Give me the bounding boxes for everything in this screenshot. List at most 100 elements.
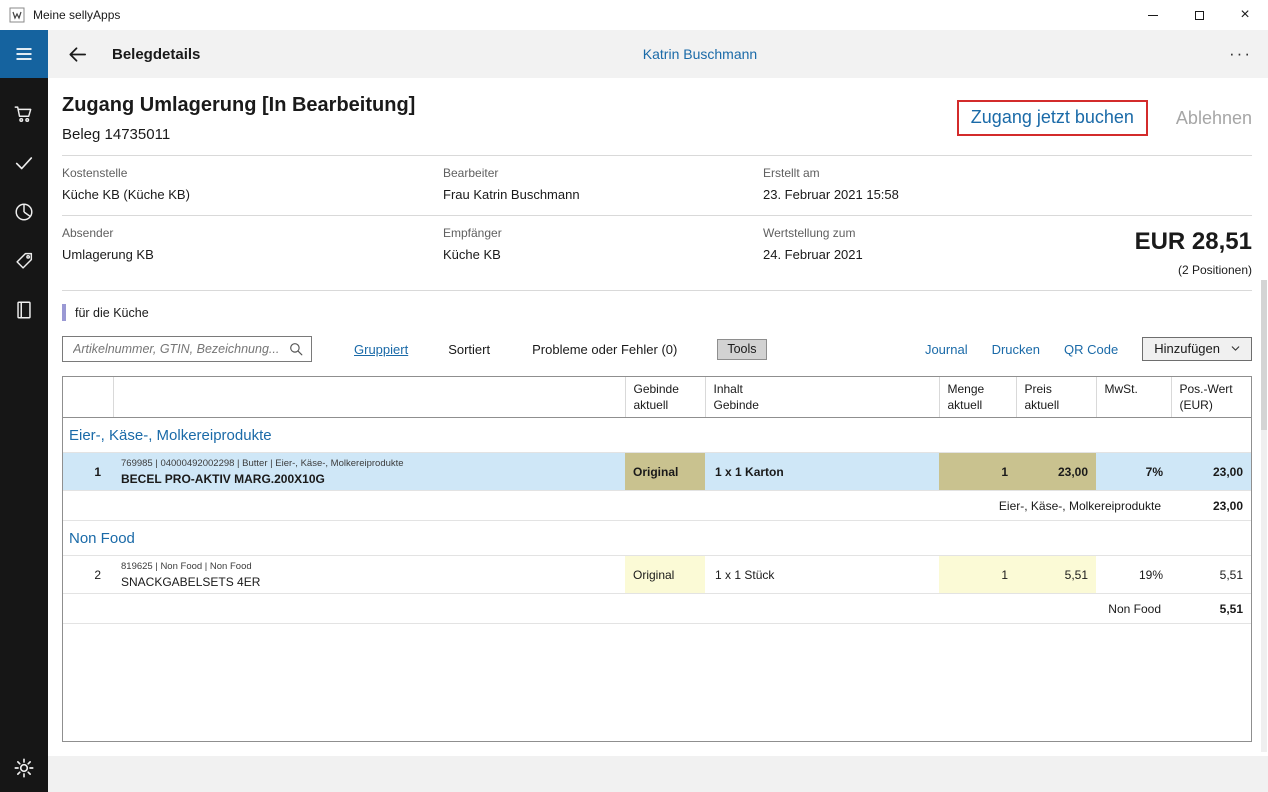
pie-chart-icon — [13, 201, 35, 223]
page-title: Belegdetails — [112, 46, 200, 63]
note-marker — [62, 304, 66, 321]
meta-kostenstelle: Kostenstelle Küche KB (Küche KB) — [62, 166, 443, 202]
document-total-block: EUR 28,51 (2 Positionen) — [1135, 226, 1252, 277]
cell-wert: 5,51 — [1171, 556, 1251, 594]
cart-icon — [13, 103, 35, 125]
menu-button[interactable] — [0, 30, 48, 78]
document-actions: Zugang jetzt buchen Ablehnen — [957, 100, 1252, 136]
tools-button[interactable]: Tools — [717, 339, 766, 360]
back-arrow-icon — [66, 43, 89, 66]
back-button[interactable] — [64, 41, 90, 67]
subtotal-value: 23,00 — [1171, 491, 1251, 521]
sidebar-item-warenkorb[interactable] — [12, 102, 36, 126]
window-titlebar: Meine sellyApps × — [0, 0, 1268, 30]
cell-gebinde[interactable]: Original — [625, 453, 705, 491]
cell-pos: 1 — [63, 453, 113, 491]
drucken-link[interactable]: Drucken — [992, 342, 1040, 357]
check-icon — [13, 152, 35, 174]
ablehnen-button[interactable]: Ablehnen — [1176, 108, 1252, 129]
col-wert: Pos.-Wert(EUR) — [1171, 377, 1251, 418]
cell-pos: 2 — [63, 556, 113, 594]
hamburger-icon — [14, 44, 34, 64]
col-artikel — [113, 377, 625, 418]
cell-preis[interactable]: 5,51 — [1016, 556, 1096, 594]
meta-empfaenger: Empfänger Küche KB — [443, 226, 763, 277]
group-subtotal-row: Eier-, Käse-, Molkereiprodukte 23,00 — [63, 491, 1251, 521]
document-content: Zugang Umlagerung [In Bearbeitung] Beleg… — [48, 78, 1268, 756]
sidebar-item-belege[interactable] — [12, 298, 36, 322]
cell-wert: 23,00 — [1171, 453, 1251, 491]
gruppiert-toggle[interactable]: Gruppiert — [354, 342, 408, 357]
group-header-row[interactable]: Eier-, Käse-, Molkereiprodukte — [63, 418, 1251, 453]
window-title: Meine sellyApps — [33, 8, 120, 22]
table-header: Gebindeaktuell InhaltGebinde Mengeaktuel… — [63, 377, 1251, 418]
col-inhalt: InhaltGebinde — [705, 377, 939, 418]
sortiert-toggle[interactable]: Sortiert — [448, 342, 490, 357]
table-row[interactable]: 1 769985 | 04000492002298 | Butter | Eie… — [63, 453, 1251, 491]
sidebar-item-aufgaben[interactable] — [12, 151, 36, 175]
cell-menge[interactable]: 1 — [939, 556, 1016, 594]
current-user-link[interactable]: Katrin Buschmann — [643, 46, 757, 62]
sidebar-item-settings[interactable] — [12, 756, 36, 780]
maximize-icon — [1195, 11, 1204, 20]
nav-sidebar — [0, 30, 48, 792]
probleme-filter[interactable]: Probleme oder Fehler (0) — [532, 342, 677, 357]
position-count: (2 Positionen) — [1135, 263, 1252, 277]
app-logo-icon — [9, 7, 25, 23]
meta-absender: Absender Umlagerung KB — [62, 226, 443, 277]
maximize-button[interactable] — [1176, 0, 1222, 30]
zugang-buchen-button[interactable]: Zugang jetzt buchen — [957, 100, 1148, 136]
sidebar-item-auswertung[interactable] — [12, 200, 36, 224]
subtotal-value: 5,51 — [1171, 594, 1251, 624]
gear-icon — [13, 757, 35, 779]
scrollbar-thumb[interactable] — [1261, 280, 1267, 430]
sidebar-item-preise[interactable] — [12, 249, 36, 273]
col-preis: Preisaktuell — [1016, 377, 1096, 418]
meta-row-2: Absender Umlagerung KB Empfänger Küche K… — [62, 216, 1252, 290]
article-meta: 769985 | 04000492002298 | Butter | Eier-… — [121, 458, 617, 469]
minimize-button[interactable] — [1130, 0, 1176, 30]
page-appbar: Belegdetails Katrin Buschmann ··· — [48, 30, 1268, 78]
group-header-row[interactable]: Non Food — [63, 521, 1251, 556]
more-options-button[interactable]: ··· — [1229, 44, 1252, 64]
tag-icon — [13, 250, 35, 272]
cell-menge[interactable]: 1 — [939, 453, 1016, 491]
article-search-box — [62, 336, 312, 362]
footer-strip — [48, 756, 1268, 792]
document-number: Beleg 14735011 — [62, 126, 415, 143]
hinzufuegen-dropdown[interactable]: Hinzufügen — [1142, 337, 1252, 361]
main-area: Belegdetails Katrin Buschmann ··· Zugang… — [48, 30, 1268, 792]
cell-artikel: 819625 | Non Food | Non Food SNACKGABELS… — [113, 556, 625, 594]
subtotal-label: Eier-, Käse-, Molkereiprodukte — [63, 491, 1171, 521]
document-title-block: Zugang Umlagerung [In Bearbeitung] Beleg… — [62, 92, 415, 143]
article-meta: 819625 | Non Food | Non Food — [121, 561, 617, 572]
close-button[interactable]: × — [1222, 0, 1268, 30]
col-mwst: MwSt. — [1096, 377, 1171, 418]
document-note: für die Küche — [62, 304, 1252, 321]
group-subtotal-row: Non Food 5,51 — [63, 594, 1251, 624]
cell-gebinde[interactable]: Original — [625, 556, 705, 594]
book-icon — [13, 299, 35, 321]
vertical-scrollbar[interactable] — [1261, 280, 1267, 752]
cell-preis[interactable]: 23,00 — [1016, 453, 1096, 491]
divider — [62, 290, 1252, 291]
sidebar-items — [12, 102, 36, 322]
cell-inhalt: 1 x 1 Stück — [705, 556, 939, 594]
article-search-input[interactable] — [71, 341, 288, 357]
document-title: Zugang Umlagerung [In Bearbeitung] — [62, 94, 415, 117]
positions-table: Gebindeaktuell InhaltGebinde Mengeaktuel… — [62, 376, 1252, 742]
note-text: für die Küche — [75, 306, 149, 320]
col-gebinde: Gebindeaktuell — [625, 377, 705, 418]
cell-mwst: 7% — [1096, 453, 1171, 491]
journal-link[interactable]: Journal — [925, 342, 968, 357]
table-row[interactable]: 2 819625 | Non Food | Non Food SNACKGABE… — [63, 556, 1251, 594]
cell-artikel: 769985 | 04000492002298 | Butter | Eier-… — [113, 453, 625, 491]
qr-code-link[interactable]: QR Code — [1064, 342, 1118, 357]
meta-wertstellung: Wertstellung zum 24. Februar 2021 — [763, 226, 1135, 277]
subtotal-label: Non Food — [63, 594, 1171, 624]
article-name: BECEL PRO-AKTIV MARG.200X10G — [121, 472, 617, 486]
col-pos — [63, 377, 113, 418]
search-icon[interactable] — [288, 341, 304, 357]
table-empty-area — [63, 624, 1251, 742]
positions-toolbar: Gruppiert Sortiert Probleme oder Fehler … — [62, 336, 1252, 362]
